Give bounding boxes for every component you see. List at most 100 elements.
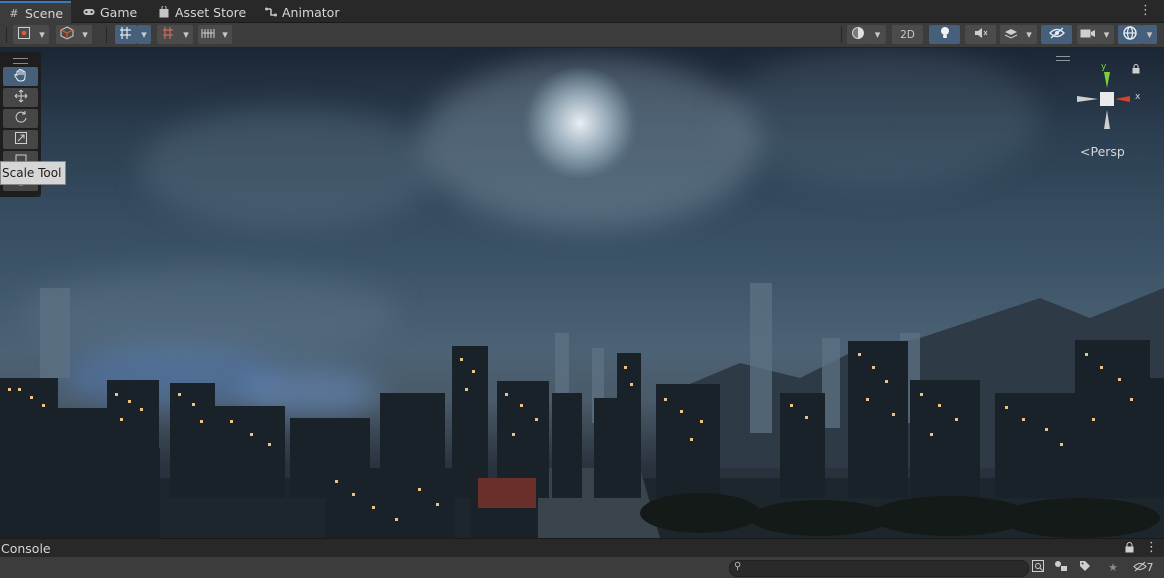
- chevron-down-icon: ▾: [1103, 28, 1110, 41]
- rotate-icon: [14, 110, 28, 127]
- layers-effects-icon: [1004, 27, 1018, 42]
- overlay-drag-handle[interactable]: [1056, 56, 1070, 61]
- snap-settings-button[interactable]: [198, 25, 218, 44]
- favorite-button[interactable]: ★: [1103, 559, 1123, 576]
- toolbar-separator: [841, 27, 842, 43]
- lighting-toggle[interactable]: [929, 25, 960, 44]
- filter-window-button[interactable]: [1028, 559, 1048, 576]
- tool-handle-position-button[interactable]: [13, 25, 35, 44]
- chevron-down-icon: ▾: [39, 28, 45, 41]
- shopping-bag-icon: [158, 6, 170, 18]
- tab-scene[interactable]: # Scene: [0, 1, 72, 23]
- kebab-menu-icon[interactable]: ⋮: [1145, 540, 1158, 555]
- scale-icon: [14, 131, 28, 148]
- chevron-down-icon: ▾: [222, 28, 228, 41]
- hidden-count: 7: [1146, 561, 1154, 574]
- gizmo-globe-icon: [1122, 25, 1138, 44]
- hidden-count-toggle[interactable]: 7: [1128, 559, 1158, 576]
- hand-tool-button[interactable]: [3, 67, 38, 86]
- gizmo-y-label: y: [1101, 62, 1107, 72]
- tab-asset-store-label: Asset Store: [175, 4, 247, 20]
- tab-animator[interactable]: Animator: [257, 2, 347, 22]
- camera-settings-dropdown[interactable]: ▾: [1099, 25, 1114, 44]
- gizmo-neg-x-axis-cone[interactable]: [1077, 96, 1098, 102]
- scene-toolbar: ▾ ▾ ▾ ▾ ▾ ▾ 2D ▾ ▾ ▾: [0, 23, 1164, 48]
- chevron-down-icon: ▾: [141, 28, 147, 41]
- gizmos-toggle[interactable]: [1118, 25, 1142, 44]
- grid-icon: #: [9, 6, 19, 20]
- chevron-down-icon: ▾: [1026, 28, 1032, 41]
- chevron-down-icon: ▾: [1146, 28, 1153, 41]
- filter-by-type-button[interactable]: [1051, 559, 1071, 576]
- city-skyline: [0, 283, 1164, 538]
- scene-viewport[interactable]: y x <Persp: [0, 48, 1164, 538]
- effects-toggle[interactable]: [1000, 25, 1021, 44]
- move-tool-button[interactable]: [3, 88, 38, 107]
- lock-icon[interactable]: [1125, 542, 1134, 556]
- lightbulb-icon: [940, 26, 950, 43]
- hidden-objects-toggle[interactable]: [1041, 25, 1072, 44]
- snap-increment-icon: [161, 26, 175, 43]
- animator-icon: [265, 6, 277, 18]
- gizmo-center-cube[interactable]: [1100, 92, 1114, 106]
- search-icon: ⚲: [734, 561, 742, 572]
- increment-snap-button[interactable]: [157, 25, 179, 44]
- tab-game[interactable]: Game: [75, 2, 145, 22]
- editor-tab-bar: # Scene Game Asset Store Animator ⋮: [0, 0, 1164, 23]
- tag-icon: [1079, 560, 1091, 575]
- tooltip: Scale Tool: [0, 161, 67, 185]
- eye-slash-icon: [1048, 27, 1065, 42]
- increment-snap-dropdown[interactable]: ▾: [179, 25, 193, 44]
- toggle-2d-label: 2D: [900, 28, 915, 41]
- perspective-icon: <: [1080, 144, 1091, 159]
- tab-scene-label: Scene: [25, 5, 64, 21]
- tool-handle-rotation-dropdown[interactable]: ▾: [78, 25, 92, 44]
- tab-game-label: Game: [100, 4, 138, 20]
- chevron-down-icon: ▾: [874, 28, 881, 41]
- camera-settings-button[interactable]: [1077, 25, 1099, 44]
- gamepad-icon: [83, 6, 95, 18]
- persp-label[interactable]: <Persp: [1080, 144, 1125, 159]
- console-tab-label[interactable]: Console: [1, 541, 51, 556]
- audio-toggle[interactable]: [965, 25, 996, 44]
- draw-mode-dropdown[interactable]: ▾: [869, 25, 886, 44]
- gizmos-dropdown[interactable]: ▾: [1142, 25, 1157, 44]
- effects-dropdown[interactable]: ▾: [1021, 25, 1037, 44]
- scale-tool-button[interactable]: [3, 130, 38, 149]
- gizmo-x-axis-cone[interactable]: [1115, 96, 1130, 102]
- toolbar-separator: [106, 27, 107, 43]
- snap-settings-dropdown[interactable]: ▾: [218, 25, 232, 44]
- gizmo-neg-y-axis-cone[interactable]: [1104, 110, 1110, 129]
- tool-handle-rotation-button[interactable]: [56, 25, 78, 44]
- toolbar-separator: [6, 27, 7, 43]
- draw-mode-button[interactable]: [847, 25, 869, 44]
- move-arrows-icon: [14, 89, 28, 106]
- chevron-down-icon: ▾: [82, 28, 88, 41]
- red-building: [478, 478, 536, 508]
- pivot-icon: [17, 26, 31, 43]
- tool-handle-dropdown[interactable]: ▾: [35, 25, 49, 44]
- grid-snap-toggle[interactable]: [115, 25, 137, 44]
- search-window-icon: [1032, 560, 1044, 575]
- ruler-icon: [201, 27, 215, 42]
- tab-asset-store[interactable]: Asset Store: [150, 2, 254, 22]
- overlay-drag-handle[interactable]: [13, 58, 28, 64]
- hand-icon: [13, 68, 28, 85]
- camera-icon: [1080, 28, 1096, 42]
- console-tab-bar: Console ⋮: [0, 538, 1164, 558]
- toggle-2d-button[interactable]: 2D: [892, 25, 923, 44]
- console-search-input[interactable]: ⚲: [729, 560, 1029, 577]
- speaker-muted-icon: [974, 27, 988, 42]
- eye-slash-icon: [1132, 561, 1147, 575]
- shading-sphere-icon: [851, 26, 865, 43]
- cube-icon: [60, 26, 74, 43]
- grid-y-icon: [118, 26, 134, 43]
- gizmo-y-axis-cone[interactable]: [1104, 72, 1110, 88]
- grid-snap-dropdown[interactable]: ▾: [137, 25, 151, 44]
- shapes-icon: [1054, 560, 1068, 575]
- filter-by-label-button[interactable]: [1075, 559, 1095, 576]
- lock-icon[interactable]: [1132, 64, 1140, 77]
- star-icon: ★: [1108, 561, 1118, 574]
- kebab-menu-icon[interactable]: ⋮: [1139, 3, 1152, 18]
- rotate-tool-button[interactable]: [3, 109, 38, 128]
